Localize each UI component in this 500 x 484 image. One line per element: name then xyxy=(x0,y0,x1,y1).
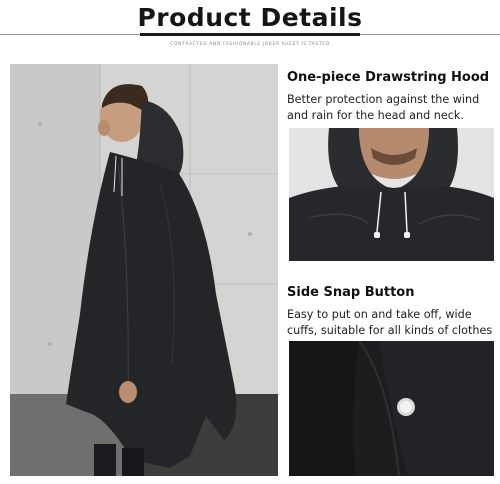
hood-detail-photo xyxy=(289,128,494,261)
feature-title-hood: One-piece Drawstring Hood xyxy=(287,70,490,85)
poncho-model-illustration xyxy=(10,64,278,476)
feature-title-snap: Side Snap Button xyxy=(287,285,415,300)
main-product-photo xyxy=(10,64,278,476)
feature-desc-snap-line2: cuffs, suitable for all kinds of clothes xyxy=(287,324,493,337)
page-title: Product Details xyxy=(137,3,363,32)
snap-button-illustration xyxy=(289,341,494,476)
header: Product Details CONTRACTED AND FASHIONAB… xyxy=(0,0,500,60)
title-underline xyxy=(140,33,360,36)
feature-desc-hood-line2: and rain for the head and neck. xyxy=(287,109,464,122)
feature-desc-hood-line1: Better protection against the wind xyxy=(287,93,480,106)
divider-right xyxy=(358,34,500,35)
snap-button-photo xyxy=(289,341,494,476)
hood-closeup-illustration xyxy=(289,128,494,261)
divider-left xyxy=(0,34,142,35)
page-subtitle: CONTRACTED AND FASHIONABLE JOKER SHEET I… xyxy=(170,42,330,47)
feature-desc-snap-line1: Easy to put on and take off, wide xyxy=(287,308,472,321)
